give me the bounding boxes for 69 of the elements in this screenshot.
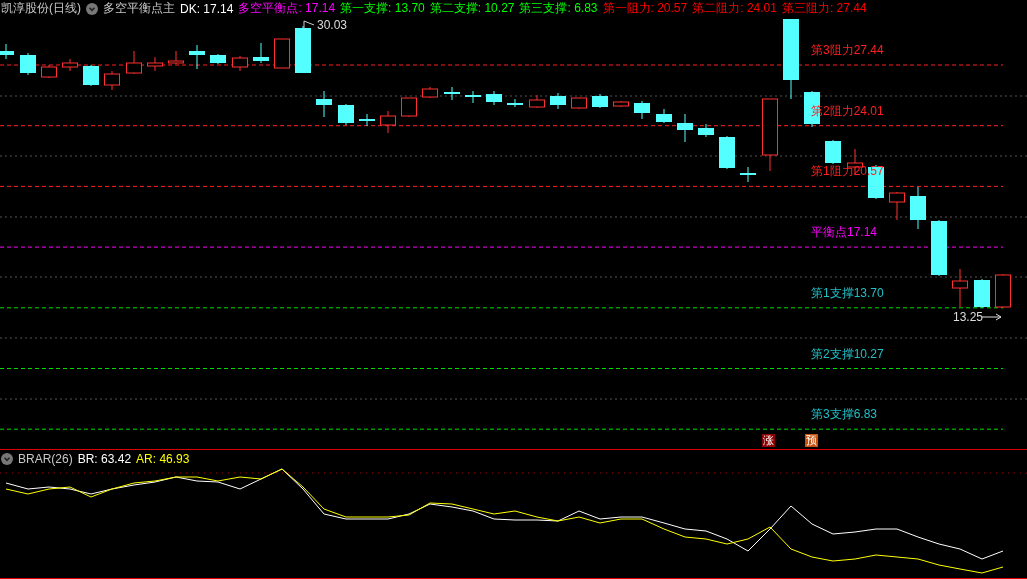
indicator-value: BR: 63.42 [77,451,132,466]
candlestick [380,110,396,134]
indicator-name: BRAR(26) [18,451,73,466]
level-label: 第1支撑13.70 [811,285,884,300]
arrow-icon [981,313,1002,321]
level-label: 第3阻力27.44 [811,43,884,57]
signal-badge: 预 [805,434,818,447]
candlestick [974,278,990,309]
level-label: 第3支撑6.83 [811,407,878,422]
indicator-value: DK: 17.14 [180,1,234,16]
dropdown-icon[interactable] [86,2,98,15]
candlestick [168,50,184,65]
indicator-value: 第一阻力: 20.57 [602,0,688,17]
indicator-name: 多空平衡点主 [103,0,175,17]
candlestick [62,58,78,72]
candlestick [359,113,375,127]
candlestick [232,55,248,72]
candlestick [338,103,354,126]
indicator-value: 第三支撑: 6.83 [519,0,598,17]
indicator-value: 第二阻力: 24.01 [692,0,777,17]
candlestick [0,43,14,60]
candlestick [931,219,947,277]
candlestick [465,90,481,104]
candlestick [571,97,587,110]
candlestick [83,64,99,87]
candlestick [20,52,36,76]
candlestick [613,100,629,108]
indicator-value: 第二支撑: 10.27 [429,0,515,17]
level-label: 平衡点17.14 [811,225,878,240]
candlestick [189,44,205,70]
candlestick [253,42,269,64]
candlestick [952,268,968,308]
candlestick [529,94,545,109]
signal-badge: 涨 [762,434,775,447]
candlestick [592,93,608,109]
candlestick [656,108,672,124]
stock-title: 凯淳股份(日线) [1,0,81,17]
candlestick [444,86,460,101]
high-pointer-icon [303,20,315,30]
candlestick [677,113,693,143]
candlestick [104,70,120,91]
candlestick [634,100,650,120]
indicator-value: 第三阻力: 27.44 [781,0,867,17]
indicator-value: 第一支撑: 13.70 [340,0,425,17]
candlestick [550,92,566,110]
candlestick [41,64,57,79]
level-label: 第2支撑10.27 [811,346,884,361]
candlestick [995,273,1011,309]
candlestick [126,50,142,75]
indicator-value: AR: 46.93 [136,451,190,466]
indicator-value: 多空平衡点: 17.14 [238,0,336,17]
candlestick [486,90,502,106]
candlestick [740,166,756,183]
candlestick [889,191,905,221]
candlestick [507,98,523,108]
candlestick [401,97,417,118]
candlestick [422,86,438,99]
candlestick [698,123,714,138]
candlestick [210,53,226,65]
candlestick [910,186,926,230]
dropdown-icon[interactable] [1,452,13,465]
candlestick [147,56,163,72]
candlestick [295,25,311,74]
high-price-label: 30.03 [317,18,348,32]
candlestick [274,38,290,69]
candlestick [719,135,735,170]
candlestick [316,90,332,118]
candlestick [825,139,841,165]
low-price-label: 13.25 [953,310,984,324]
